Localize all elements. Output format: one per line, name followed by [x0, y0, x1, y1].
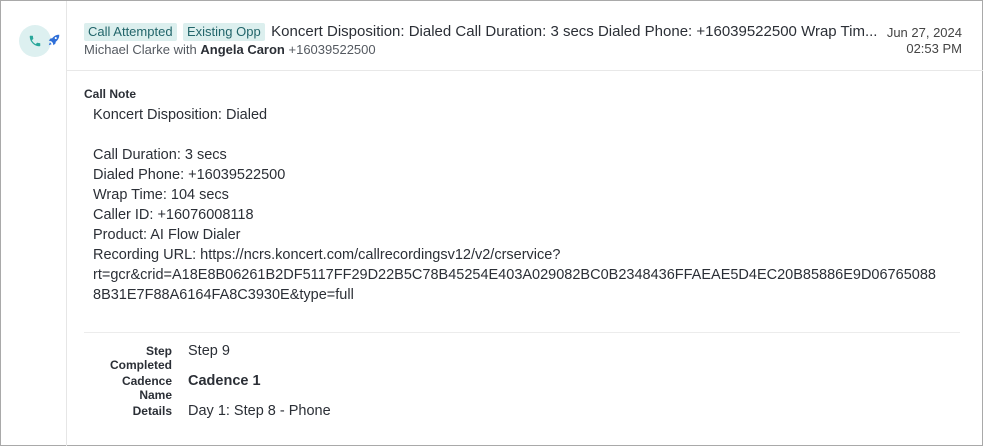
- call-note-body: Koncert Disposition: Dialed Call Duratio…: [93, 105, 963, 305]
- activity-date: Jun 27, 2024: [886, 25, 962, 40]
- activity-participants: Michael Clarke with Angela Caron +160395…: [84, 42, 376, 57]
- detail-value-details: Day 1: Step 8 - Phone: [188, 403, 331, 419]
- detail-step-completed: Step Completed Step 9: [84, 342, 684, 372]
- detail-cadence-name: Cadence Name Cadence 1: [84, 372, 684, 402]
- tag-call-attempted: Call Attempted: [84, 23, 177, 41]
- note-call-duration: Call Duration: 3 secs: [93, 147, 227, 163]
- phone-icon: [29, 35, 41, 47]
- note-wrap-time: Wrap Time: 104 secs: [93, 187, 229, 203]
- note-dialed-phone: Dialed Phone: +16039522500: [93, 167, 286, 183]
- contact-phone: +16039522500: [288, 42, 376, 57]
- cadence-details: Step Completed Step 9 Cadence Name Caden…: [84, 342, 684, 432]
- note-disposition: Koncert Disposition: Dialed: [93, 107, 268, 123]
- note-recording-url-line3[interactable]: 8B31E7F88A6164FA8C3930E&type=full: [93, 285, 963, 305]
- contact-name[interactable]: Angela Caron: [200, 42, 285, 57]
- note-recording-url-line1[interactable]: Recording URL: https://ncrs.koncert.com/…: [93, 245, 963, 265]
- detail-label-details: Details: [132, 404, 172, 418]
- note-caller-id: Caller ID: +16076008118: [93, 207, 254, 223]
- label-line: Completed: [109, 358, 172, 372]
- tag-existing-opp: Existing Opp: [183, 23, 265, 41]
- note-recording-url-line2[interactable]: rt=gcr&crid=A18E8B06261B2DF5117FF29D22B5…: [93, 265, 963, 285]
- detail-details: Details Day 1: Step 8 - Phone: [84, 402, 684, 432]
- detail-label-step-completed: Step Completed: [84, 344, 172, 372]
- rocket-icon: [48, 34, 60, 46]
- rep-name: Michael Clarke: [84, 42, 170, 57]
- activity-card: Call Attempted Existing Opp Koncert Disp…: [0, 0, 983, 446]
- activity-time: 02:53 PM: [906, 41, 962, 56]
- activity-header: Call Attempted Existing Opp Koncert Disp…: [67, 1, 983, 71]
- activity-title-row[interactable]: Call Attempted Existing Opp Koncert Disp…: [84, 23, 884, 43]
- detail-value-step: Step 9: [188, 343, 230, 359]
- activity-title: Koncert Disposition: Dialed Call Duratio…: [271, 23, 878, 40]
- call-activity-badge: [19, 25, 60, 57]
- detail-value-cadence[interactable]: Cadence 1: [188, 372, 261, 390]
- activity-timestamp: Jun 27, 2024 02:53 PM: [887, 25, 962, 57]
- call-note-label: Call Note: [84, 87, 137, 101]
- label-line: Step: [145, 344, 172, 358]
- note-blank-line: [93, 125, 963, 145]
- label-line: Name: [139, 388, 172, 402]
- section-divider: [84, 332, 960, 333]
- activity-icon-column: [1, 1, 67, 446]
- label-line: Cadence: [121, 374, 172, 388]
- note-product: Product: AI Flow Dialer: [93, 227, 241, 243]
- with-text: with: [173, 42, 197, 57]
- detail-label-cadence-name: Cadence Name: [84, 374, 172, 402]
